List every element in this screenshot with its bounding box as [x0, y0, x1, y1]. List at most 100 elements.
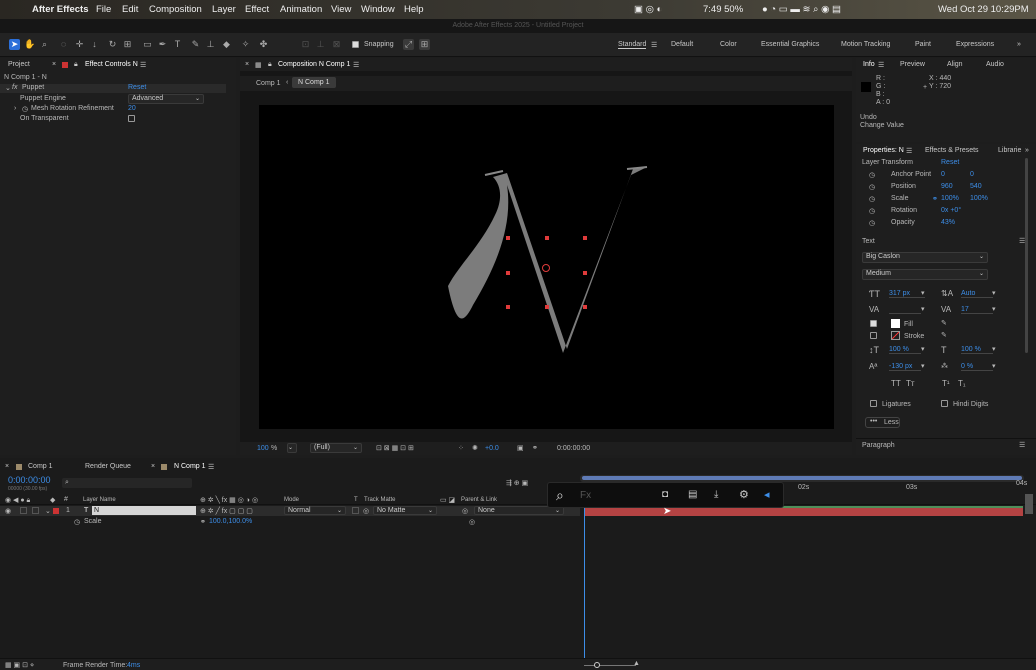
zoom-slider[interactable]: [584, 665, 636, 666]
panel-menu-icon[interactable]: ☰: [1019, 237, 1025, 245]
workspace-standard[interactable]: Standard: [618, 41, 647, 49]
chevron-down-icon[interactable]: ▾: [992, 305, 996, 313]
fx-icon[interactable]: fx: [12, 84, 17, 91]
stopwatch-icon[interactable]: ◷: [869, 171, 875, 179]
menu-app[interactable]: After Effects: [32, 4, 89, 15]
pick-whip-icon[interactable]: ◎: [469, 518, 475, 526]
fill-checkbox[interactable]: [870, 320, 877, 327]
transform-reset[interactable]: Reset: [941, 159, 959, 166]
zoom-tool-icon[interactable]: ⌕: [39, 39, 50, 50]
close-icon[interactable]: ×: [52, 61, 56, 68]
time-ruler[interactable]: 02s 03s 04s: [780, 480, 1036, 496]
font-style-dropdown[interactable]: Medium ⌄: [862, 269, 988, 280]
overflow-icon[interactable]: »: [1025, 147, 1029, 154]
panel-menu-icon[interactable]: ☰: [878, 61, 884, 69]
snapping-checkbox[interactable]: [352, 41, 359, 48]
anchor-point-y[interactable]: 0: [970, 171, 974, 178]
effect-row-puppet[interactable]: ⌄ fx Puppet Reset: [0, 84, 226, 93]
stroke-swatch[interactable]: [891, 331, 900, 340]
chevron-down-icon[interactable]: ▾: [992, 345, 996, 353]
menu-animation[interactable]: Animation: [280, 4, 322, 15]
anchor-point-x[interactable]: 0: [941, 171, 945, 178]
stroke-checkbox[interactable]: [870, 332, 877, 339]
tab-composition[interactable]: Composition N Comp 1: [278, 61, 350, 68]
download-icon[interactable]: ⤓: [714, 489, 718, 500]
puppet-pin[interactable]: [583, 236, 587, 240]
show-snapshot-icon[interactable]: ⚭: [532, 444, 538, 452]
hindi-digits-checkbox[interactable]: [941, 400, 948, 407]
subscript-icon[interactable]: T₁: [958, 379, 966, 388]
layer-row[interactable]: ◉ ⌄ 1 T N ⊕ ✲ ╱ fx ▢ ▢ ▢ Normal ⌄ ◎ No Ma…: [0, 506, 580, 516]
chevron-down-icon[interactable]: ▾: [921, 289, 925, 297]
viewer-timecode[interactable]: 0:00:00:00: [557, 445, 590, 452]
roto-brush-tool-icon[interactable]: ✧: [240, 39, 251, 50]
preserve-transparency-toggle[interactable]: [352, 507, 359, 514]
zoom-dropdown[interactable]: ⌄: [287, 443, 297, 453]
menu-layer[interactable]: Layer: [212, 4, 236, 15]
timeline-switch-icons[interactable]: ⇶ ⊕ ▣: [506, 479, 528, 487]
orbit-tool-icon[interactable]: ◌: [58, 39, 69, 50]
tab-n-comp-1[interactable]: N Comp 1: [174, 463, 206, 470]
puppet-pin[interactable]: [583, 305, 587, 309]
workspace-default[interactable]: Default: [671, 41, 693, 48]
close-icon[interactable]: ×: [5, 463, 9, 470]
visibility-icon[interactable]: ◉: [5, 507, 11, 515]
stopwatch-icon[interactable]: ◷: [869, 195, 875, 203]
opacity-value[interactable]: 43%: [941, 219, 955, 226]
tab-align[interactable]: Align: [947, 61, 963, 68]
rotation-value[interactable]: 0x +0°: [941, 207, 961, 214]
layer-switch-icons[interactable]: ⊕ ✲ ╱ fx ▢ ▢ ▢: [200, 507, 253, 515]
scrollbar[interactable]: [1025, 158, 1028, 353]
workspace-overflow-icon[interactable]: »: [1017, 41, 1021, 48]
tab-effects-presets[interactable]: Effects & Presets: [925, 147, 979, 154]
font-size-value[interactable]: 317 px: [889, 290, 925, 298]
tab-audio[interactable]: Audio: [986, 61, 1004, 68]
less-button[interactable]: ••• Less: [865, 417, 900, 428]
snap-option2-icon[interactable]: ⊞: [419, 39, 430, 50]
scale-property-row[interactable]: ◷ Scale ⚭ 100.0,100.0% ◎: [0, 517, 580, 527]
puppet-pin[interactable]: [545, 305, 549, 309]
tab-render-queue[interactable]: Render Queue: [85, 463, 131, 470]
stopwatch-icon[interactable]: ◷: [22, 105, 28, 113]
zoom-value[interactable]: 100: [257, 445, 269, 452]
menu-window[interactable]: Window: [361, 4, 395, 15]
status-icons[interactable]: ▣ ◎ ◐: [634, 4, 662, 15]
superscript-icon[interactable]: T¹: [942, 379, 950, 388]
rectangle-tool-icon[interactable]: ▭: [142, 39, 153, 50]
end-marker[interactable]: [1025, 494, 1033, 514]
link-icon[interactable]: ⚭: [200, 518, 206, 526]
timeline-timecode[interactable]: 0:00:00:00: [8, 475, 51, 485]
align-icon-3[interactable]: ⊠: [331, 39, 342, 50]
panel-menu-icon[interactable]: ☰: [1019, 441, 1025, 449]
vertical-scale-value[interactable]: 100 %: [889, 346, 921, 354]
tab-info[interactable]: Info: [863, 61, 875, 68]
type-tool-icon[interactable]: T: [172, 39, 183, 50]
chevron-down-icon[interactable]: ▾: [992, 289, 996, 297]
hand-tool-icon[interactable]: ✋: [24, 39, 35, 50]
dolly-tool-icon[interactable]: ↓: [89, 39, 100, 50]
all-caps-icon[interactable]: TT: [891, 379, 901, 388]
datetime[interactable]: Wed Oct 29 10:29PM: [938, 4, 1029, 15]
stopwatch-icon[interactable]: ◷: [869, 183, 875, 191]
brush-tool-icon[interactable]: ✎: [190, 39, 201, 50]
anchor-point-icon[interactable]: [542, 264, 550, 272]
zoom-in-icon[interactable]: ▲: [633, 660, 640, 667]
menu-view[interactable]: View: [331, 4, 351, 15]
scale-y[interactable]: 100%: [970, 195, 988, 202]
playhead[interactable]: [584, 488, 585, 658]
link-icon[interactable]: ⚭: [932, 195, 938, 203]
layer-search-input[interactable]: ⌕: [62, 478, 192, 488]
leading-value[interactable]: Auto: [961, 290, 993, 298]
tab-comp-1[interactable]: Comp 1: [28, 463, 53, 470]
workspace-color[interactable]: Color: [720, 41, 737, 48]
crumb-comp-1[interactable]: Comp 1: [256, 80, 281, 87]
chevron-down-icon[interactable]: ▾: [921, 305, 925, 313]
puppet-pin[interactable]: [506, 236, 510, 240]
tsume-value[interactable]: 0 %: [961, 363, 993, 371]
tab-project[interactable]: Project: [8, 61, 30, 68]
snapshot-icon[interactable]: ▣: [517, 444, 524, 452]
align-icon[interactable]: ⊡: [300, 39, 311, 50]
tab-preview[interactable]: Preview: [900, 61, 925, 68]
workspace-expressions[interactable]: Expressions: [956, 41, 994, 48]
position-x[interactable]: 960: [941, 183, 953, 190]
